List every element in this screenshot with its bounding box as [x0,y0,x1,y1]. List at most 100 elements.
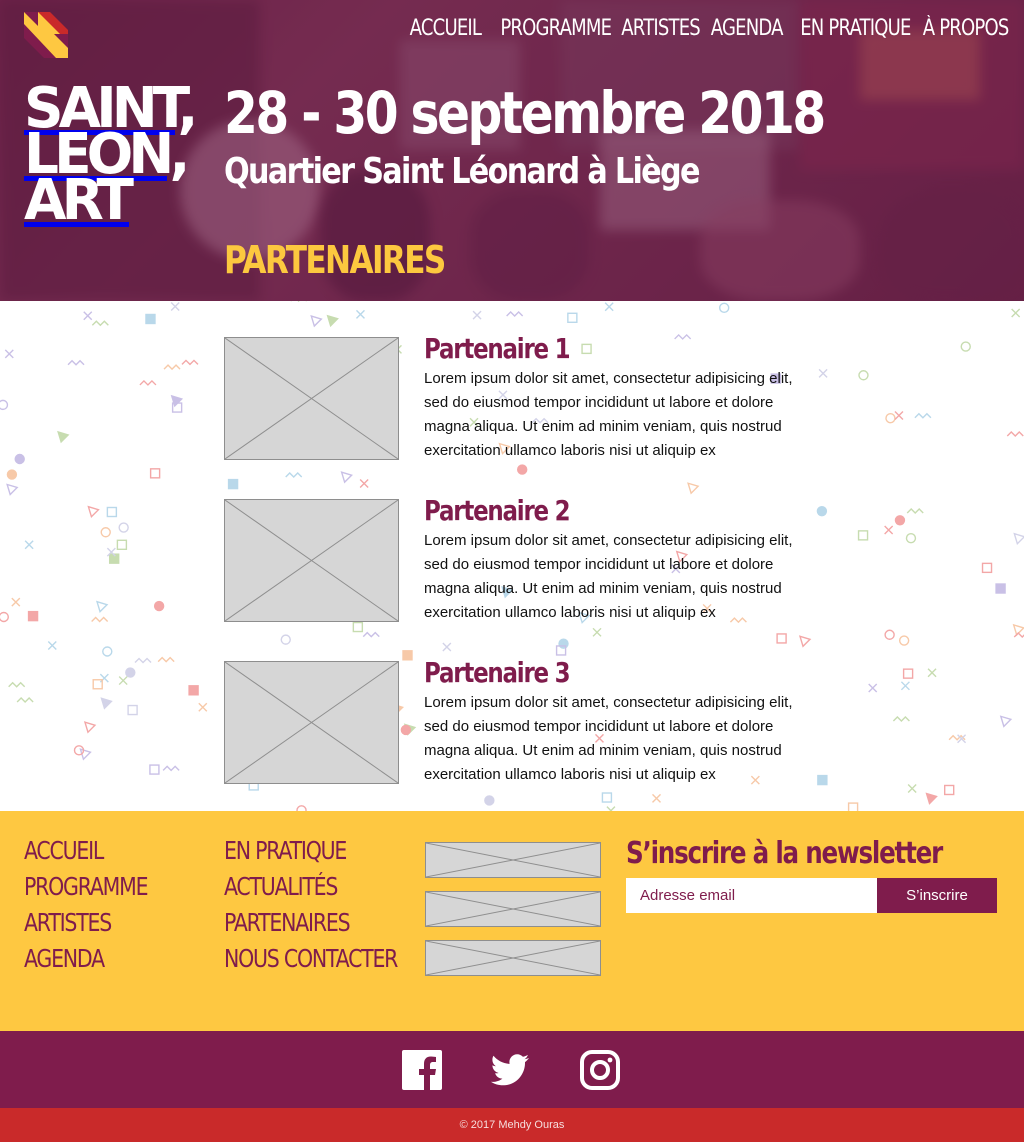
newsletter-subscribe-button[interactable]: S’inscrire [877,878,997,913]
confetti-shape [153,600,165,612]
confetti-shape [355,309,365,319]
partner-name: Partenaire 2 [424,494,571,527]
nav-item-programme[interactable]: PROGRAMME [500,12,612,46]
confetti-shape [16,696,34,703]
confetti-shape [198,702,208,712]
confetti-shape [898,635,910,646]
nav-item-artistes[interactable]: ARTISTES [622,12,701,46]
confetti-shape [4,349,14,359]
footer-link-nous-contacter[interactable]: NOUS CONTACTER [224,941,398,977]
nav-item-agenda[interactable]: AGENDA [711,12,784,46]
newsletter-title: S’inscrire à la newsletter [626,836,943,871]
confetti-shape [858,370,869,381]
confetti-shape [57,430,70,444]
confetti-shape [999,715,1013,728]
confetti-shape [6,483,19,496]
confetti-shape [1013,532,1024,546]
footer-link-programme[interactable]: PROGRAMME [24,869,149,905]
confetti-shape [139,379,157,386]
confetti-shape [127,704,138,716]
confetti-shape [847,802,859,811]
confetti-shape [8,681,26,688]
confetti-shape [83,721,97,734]
confetti-shape [11,597,21,607]
confetti-shape [516,464,528,475]
partners-section: Partenaire 1 Lorem ipsum dolor sit amet,… [0,301,1024,811]
confetti-shape [892,715,910,722]
confetti-shape [402,650,413,661]
confetti-shape [472,310,482,320]
confetti-shape [506,310,524,317]
partner-name: Partenaire 1 [424,332,571,365]
event-location: Quartier Saint Léonard à Liège [224,151,700,192]
nav-item-accueil[interactable]: ACCUEIL [410,12,482,46]
confetti-shape [162,765,180,772]
brand-logo[interactable]: SAINT, LEON, ART [24,81,202,233]
confetti-shape [981,562,993,574]
facebook-icon[interactable] [401,1049,443,1091]
confetti-shape [960,341,971,352]
confetti-shape [592,627,602,637]
partner-image-placeholder [224,661,399,784]
confetti-shape [91,320,109,327]
newsletter-email-field[interactable] [626,878,877,913]
footer-link-en-pratique[interactable]: EN PRATIQUE [224,833,397,869]
footer-link-accueil[interactable]: ACCUEIL [24,833,147,869]
confetti-shape [102,646,113,657]
footer-image-placeholder[interactable] [425,842,601,878]
twitter-icon[interactable] [489,1049,531,1091]
confetti-shape [149,764,160,775]
confetti-shape [87,505,100,519]
confetti-shape [91,616,109,623]
confetti-shape [188,685,199,696]
confetti-shape [0,611,9,623]
confetti-shape [134,657,152,664]
confetti-shape [326,314,339,328]
footer-link-actualites[interactable]: ACTUALITÉS [224,869,397,905]
partner-card: Partenaire 3 Lorem ipsum dolor sit amet,… [224,656,824,785]
confetti-shape [652,793,662,803]
confetti-shape [718,302,730,314]
confetti-shape [95,600,109,613]
confetti-shape [14,453,25,465]
confetti-shape [567,312,578,323]
confetti-shape [798,635,812,648]
footer-link-partenaires[interactable]: PARTENAIRES [224,905,397,941]
confetti-shape [442,642,452,652]
confetti-shape [285,471,303,478]
confetti-shape [914,412,932,419]
partner-description: Lorem ipsum dolor sit amet, consectetur … [424,532,793,621]
confetti-shape [106,506,118,518]
confetti-shape [125,667,136,678]
logo-mark-icon[interactable] [24,12,68,58]
confetti-shape [0,399,9,411]
nav-item-a-propos[interactable]: À PROPOS [922,12,1008,46]
confetti-shape [163,364,181,371]
footer-image-placeholder[interactable] [425,891,601,927]
footer-link-artistes[interactable]: ARTISTES [24,905,147,941]
confetti-shape [884,525,894,535]
confetti-shape [359,479,369,489]
confetti-shape [925,792,938,805]
partner-card: Partenaire 1 Lorem ipsum dolor sit amet,… [224,332,824,461]
confetti-shape [884,629,895,640]
instagram-icon[interactable] [579,1049,621,1091]
confetti-shape [944,784,955,796]
confetti-shape [885,413,896,424]
social-bar [0,1031,1024,1108]
confetti-shape [145,313,156,325]
confetti-shape [894,515,906,526]
confetti-shape [1011,308,1021,318]
confetti-shape [558,638,569,649]
nav-item-en-pratique[interactable]: EN PRATIQUE [800,12,911,46]
confetti-shape [6,469,18,480]
footer-image-placeholder[interactable] [425,940,601,976]
confetti-shape [776,633,787,644]
hero-header: ACCUEIL PROGRAMME ARTISTES AGENDA EN PRA… [0,0,1024,301]
confetti-shape [1006,431,1024,437]
partner-description: Lorem ipsum dolor sit amet, consectetur … [424,370,793,459]
partner-description: Lorem ipsum dolor sit amet, consectetur … [424,694,793,783]
brand-logo-line: ART [24,168,134,233]
confetti-shape [484,795,495,806]
footer-link-agenda[interactable]: AGENDA [24,941,147,977]
